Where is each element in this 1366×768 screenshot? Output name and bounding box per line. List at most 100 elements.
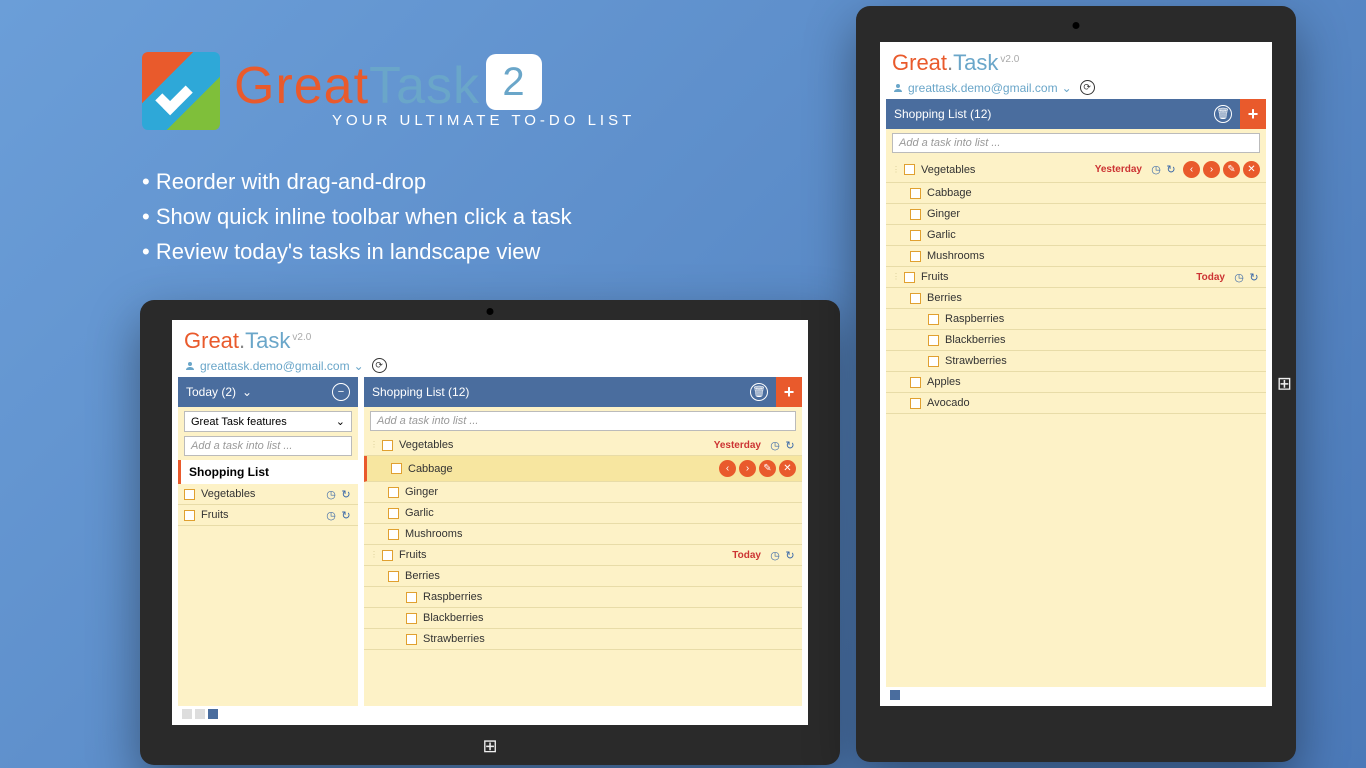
- feature-select[interactable]: Great Task features⌄: [184, 411, 352, 432]
- task-item[interactable]: Avocado: [886, 393, 1266, 414]
- drag-handle-icon[interactable]: ⋮⋮: [892, 168, 898, 172]
- chevron-down-icon: ⌄: [336, 415, 345, 428]
- checkbox[interactable]: [910, 188, 921, 199]
- edit-icon[interactable]: ✎: [1223, 161, 1240, 178]
- clock-icon[interactable]: ◷: [1150, 164, 1162, 176]
- checkbox[interactable]: [928, 335, 939, 346]
- task-item[interactable]: Garlic: [886, 225, 1266, 246]
- checkbox[interactable]: [406, 613, 417, 624]
- checkbox[interactable]: [184, 510, 195, 521]
- refresh-icon[interactable]: ⟳: [372, 358, 387, 373]
- checkbox[interactable]: [904, 272, 915, 283]
- task-item[interactable]: Cabbage: [886, 183, 1266, 204]
- checkbox[interactable]: [388, 508, 399, 519]
- move-right-icon[interactable]: ›: [1203, 161, 1220, 178]
- move-left-icon[interactable]: ‹: [719, 460, 736, 477]
- checkbox[interactable]: [910, 398, 921, 409]
- checkbox[interactable]: [928, 356, 939, 367]
- checkbox[interactable]: [388, 571, 399, 582]
- task-item[interactable]: Blackberries: [886, 330, 1266, 351]
- page-indicator[interactable]: [890, 690, 900, 700]
- delete-icon[interactable]: ✕: [1243, 161, 1260, 178]
- checkbox[interactable]: [388, 529, 399, 540]
- task-item[interactable]: Ginger: [886, 204, 1266, 225]
- clock-icon[interactable]: ◷: [325, 488, 337, 500]
- task-item[interactable]: Raspberries: [364, 587, 802, 608]
- refresh-icon[interactable]: ⟳: [1080, 80, 1095, 95]
- checkbox[interactable]: [910, 230, 921, 241]
- task-item[interactable]: Berries: [886, 288, 1266, 309]
- task-item[interactable]: Fruits ◷↻: [178, 505, 358, 526]
- trash-icon[interactable]: 🗑: [750, 383, 768, 401]
- chevron-down-icon[interactable]: ⌄: [242, 385, 252, 399]
- add-list-button[interactable]: +: [776, 377, 802, 407]
- drag-handle-icon[interactable]: ⋮⋮: [370, 553, 376, 557]
- task-item[interactable]: Apples: [886, 372, 1266, 393]
- repeat-icon[interactable]: ↻: [340, 488, 352, 500]
- task-item-selected[interactable]: Cabbage ‹ › ✎ ✕: [364, 456, 802, 482]
- task-item[interactable]: Garlic: [364, 503, 802, 524]
- checkbox[interactable]: [910, 251, 921, 262]
- collapse-icon[interactable]: −: [332, 383, 350, 401]
- shopping-header[interactable]: Shopping List (12) 🗑: [886, 99, 1240, 129]
- task-item-fruits[interactable]: ⋮⋮ Fruits Today ◷↻: [364, 545, 802, 566]
- task-item[interactable]: Strawberries: [364, 629, 802, 650]
- task-item[interactable]: Berries: [364, 566, 802, 587]
- list-section-shopping[interactable]: Shopping List: [178, 460, 358, 484]
- app-logo: GreatTask2 YOUR ULTIMATE TO-DO LIST: [142, 52, 635, 130]
- checkbox[interactable]: [904, 164, 915, 175]
- task-item[interactable]: Vegetables ◷↻: [178, 484, 358, 505]
- task-item[interactable]: Blackberries: [364, 608, 802, 629]
- checkbox[interactable]: [928, 314, 939, 325]
- clock-icon[interactable]: ◷: [1233, 271, 1245, 283]
- add-list-button[interactable]: +: [1240, 99, 1266, 129]
- account-row[interactable]: greattask.demo@gmail.com ⌄ ⟳: [892, 80, 1260, 95]
- tablet-landscape: ⊞ Great.Taskv2.0 greattask.demo@gmail.co…: [140, 300, 840, 765]
- checkbox[interactable]: [406, 592, 417, 603]
- move-left-icon[interactable]: ‹: [1183, 161, 1200, 178]
- clock-icon[interactable]: ◷: [769, 439, 781, 451]
- windows-button[interactable]: ⊞: [482, 736, 497, 757]
- trash-icon[interactable]: 🗑: [1214, 105, 1232, 123]
- task-item[interactable]: Mushrooms: [886, 246, 1266, 267]
- today-header[interactable]: Today (2) ⌄ −: [178, 377, 358, 407]
- task-item[interactable]: Raspberries: [886, 309, 1266, 330]
- checkbox[interactable]: [910, 377, 921, 388]
- task-item-vegetables[interactable]: ⋮⋮ Vegetables Yesterday ◷↻ ‹ › ✎ ✕: [886, 157, 1266, 183]
- repeat-icon[interactable]: ↻: [340, 509, 352, 521]
- checkbox[interactable]: [391, 463, 402, 474]
- checkbox[interactable]: [382, 440, 393, 451]
- account-row[interactable]: greattask.demo@gmail.com ⌄ ⟳: [184, 358, 796, 373]
- task-item[interactable]: Mushrooms: [364, 524, 802, 545]
- clock-icon[interactable]: ◷: [769, 549, 781, 561]
- repeat-icon[interactable]: ↻: [784, 549, 796, 561]
- add-task-input[interactable]: Add a task into list ...: [892, 133, 1260, 153]
- checkbox[interactable]: [406, 634, 417, 645]
- checkbox[interactable]: [910, 293, 921, 304]
- repeat-icon[interactable]: ↻: [1165, 164, 1177, 176]
- inline-toolbar: ‹ › ✎ ✕: [1183, 161, 1260, 178]
- checkbox[interactable]: [184, 489, 195, 500]
- move-right-icon[interactable]: ›: [739, 460, 756, 477]
- repeat-icon[interactable]: ↻: [784, 439, 796, 451]
- drag-handle-icon[interactable]: ⋮⋮: [892, 275, 898, 279]
- add-task-input[interactable]: Add a task into list ...: [184, 436, 352, 456]
- inline-toolbar: ‹ › ✎ ✕: [719, 460, 796, 477]
- add-task-input[interactable]: Add a task into list ...: [370, 411, 796, 431]
- delete-icon[interactable]: ✕: [779, 460, 796, 477]
- task-item-fruits[interactable]: ⋮⋮ Fruits Today ◷↻: [886, 267, 1266, 288]
- windows-button[interactable]: ⊞: [1277, 374, 1292, 395]
- checkbox[interactable]: [910, 209, 921, 220]
- task-item-vegetables[interactable]: ⋮⋮ Vegetables Yesterday ◷↻: [364, 435, 802, 456]
- repeat-icon[interactable]: ↻: [1248, 271, 1260, 283]
- drag-handle-icon[interactable]: ⋮⋮: [370, 443, 376, 447]
- task-item[interactable]: Strawberries: [886, 351, 1266, 372]
- task-item[interactable]: Ginger: [364, 482, 802, 503]
- clock-icon[interactable]: ◷: [325, 509, 337, 521]
- checkbox[interactable]: [382, 550, 393, 561]
- page-indicator[interactable]: [182, 709, 218, 719]
- app-title: Great.Taskv2.0: [184, 328, 796, 354]
- checkbox[interactable]: [388, 487, 399, 498]
- edit-icon[interactable]: ✎: [759, 460, 776, 477]
- shopping-header[interactable]: Shopping List (12) 🗑: [364, 377, 776, 407]
